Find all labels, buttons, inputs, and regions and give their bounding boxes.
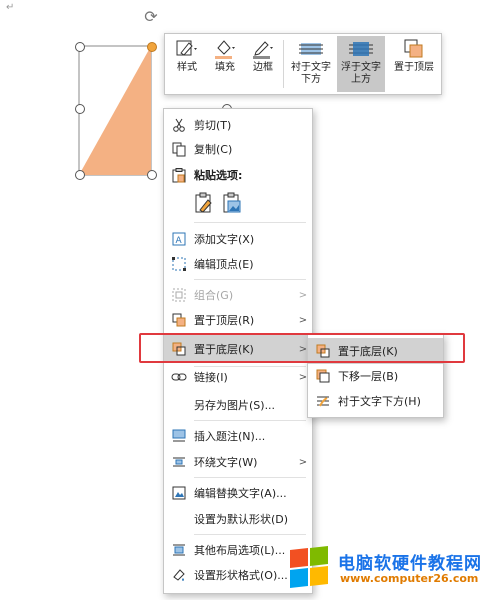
style-brush-icon (169, 36, 205, 62)
in-front-text-icon (337, 36, 385, 62)
svg-text:A: A (176, 236, 183, 246)
outline-button[interactable]: 边框 (245, 36, 281, 92)
menu-item-save-as-picture[interactable]: 另存为图片(S)... (164, 393, 312, 417)
menu-item-link[interactable]: 链接(I) > (164, 365, 312, 389)
menu-item-insert-caption[interactable]: 插入题注(N)... (164, 424, 312, 448)
style-button[interactable]: 样式 (169, 36, 205, 92)
in-front-text-button[interactable]: 浮于文字 上方 (337, 36, 385, 92)
paragraph-mark: ↵ (6, 2, 15, 13)
watermark: 电脑软硬件教程网 www.computer26.com (286, 545, 486, 593)
paste-option-buttons (194, 191, 254, 217)
behind-text-icon (308, 389, 338, 413)
menu-separator (194, 222, 306, 223)
menu-item-cut[interactable]: 剪切(T) (164, 113, 312, 137)
format-shape-icon (164, 563, 194, 587)
menu-item-wrap-text[interactable]: 环绕文字(W) > (164, 450, 312, 474)
behind-text-icon (287, 36, 335, 62)
copy-icon (164, 137, 194, 161)
menu-item-add-text[interactable]: A 添加文字(X) (164, 227, 312, 251)
submenu-item-send-backward[interactable]: 下移一层(B) (308, 364, 443, 388)
menu-separator (194, 279, 306, 280)
caption-icon (164, 424, 194, 448)
menu-item-edit-alt-text[interactable]: 编辑替换文字(A)... (164, 481, 312, 505)
menu-item-bring-to-front[interactable]: 置于顶层(R) > (164, 308, 312, 332)
link-icon (164, 365, 194, 389)
resize-handle-left[interactable] (75, 104, 85, 114)
watermark-title: 电脑软硬件教程网 (338, 554, 482, 574)
behind-text-button[interactable]: 衬于文字 下方 (287, 36, 335, 92)
rotate-handle-icon[interactable]: ⟳ (142, 8, 160, 26)
group-icon (164, 283, 194, 307)
scissors-icon (164, 113, 194, 137)
triangle-shape[interactable] (70, 38, 170, 188)
menu-item-copy[interactable]: 复制(C) (164, 137, 312, 161)
mini-toolbar: 样式 填充 边框 衬于文字 下方 浮于文字 上方 置于顶层 (164, 33, 442, 95)
alt-text-icon (164, 481, 194, 505)
edit-points-icon (164, 252, 194, 276)
menu-separator (194, 534, 306, 535)
submenu-item-behind-text[interactable]: 衬于文字下方(H) (308, 389, 443, 413)
bring-front-icon (164, 308, 194, 332)
fill-button[interactable]: 填充 (207, 36, 243, 92)
resize-handle-bottom-left[interactable] (75, 170, 85, 180)
resize-handle-top-left[interactable] (75, 42, 85, 52)
highlight-box (139, 333, 465, 363)
paste-picture-icon[interactable] (222, 192, 242, 217)
adjust-handle[interactable] (147, 42, 157, 52)
menu-item-group[interactable]: 组合(G) > (164, 283, 312, 307)
bring-front-icon (389, 36, 439, 62)
chevron-right-icon: > (298, 314, 308, 326)
toolbar-separator (283, 40, 284, 88)
watermark-url: www.computer26.com (340, 572, 479, 585)
windows-logo-icon (290, 548, 308, 568)
text-box-icon: A (164, 227, 194, 251)
chevron-right-icon: > (298, 289, 308, 301)
resize-handle-bottom[interactable] (147, 170, 157, 180)
bring-front-button[interactable]: 置于顶层 (389, 36, 439, 92)
layout-options-icon (164, 538, 194, 562)
chevron-right-icon: > (298, 456, 308, 468)
wrap-text-icon (164, 450, 194, 474)
menu-item-edit-points[interactable]: 编辑顶点(E) (164, 252, 312, 276)
clipboard-icon (164, 163, 194, 187)
menu-separator (194, 477, 306, 478)
send-backward-icon (308, 364, 338, 388)
menu-item-paste-options: 粘贴选项: (164, 163, 312, 187)
outline-pen-icon (245, 36, 281, 62)
menu-separator (194, 420, 306, 421)
fill-bucket-icon (207, 36, 243, 62)
menu-item-set-default-shape[interactable]: 设置为默认形状(D) (164, 507, 312, 531)
paste-keep-source-icon[interactable] (194, 192, 214, 217)
